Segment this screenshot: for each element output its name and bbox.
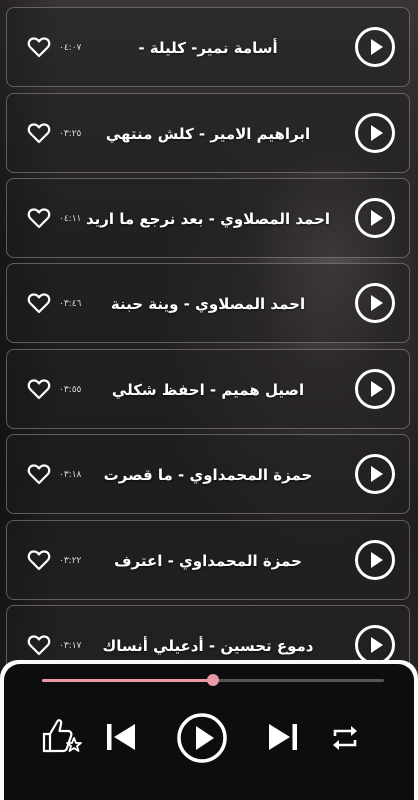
track-duration: ٠٣:١٨ (59, 470, 82, 480)
heart-outline-icon[interactable] (27, 634, 51, 656)
track-title: ابراهيم الامير - كلش منتهي (105, 125, 311, 143)
track-duration: ٠٣:٢٥ (59, 129, 82, 139)
play-icon[interactable] (355, 27, 395, 67)
track-row[interactable]: أسامة نمير- كليلة - ٠٤:٠٧ (6, 7, 410, 87)
track-title: أسامة نمير- كليلة - (138, 39, 278, 57)
repeat-icon[interactable] (330, 724, 360, 752)
track-title: حمزة المحمداوي - ما قصرت (103, 466, 313, 484)
seek-handle[interactable] (207, 674, 219, 686)
player-bar (0, 660, 418, 800)
heart-outline-icon[interactable] (27, 378, 51, 400)
track-title: احمد المصلاوي - وينة حبنة (110, 295, 306, 313)
track-row[interactable]: حمزة المحمداوي - ما قصرت ٠٣:١٨ (6, 434, 410, 514)
heart-outline-icon[interactable] (27, 207, 51, 229)
track-duration: ٠٣:٤٦ (59, 299, 82, 309)
skip-previous-icon[interactable] (104, 720, 138, 754)
heart-outline-icon[interactable] (27, 463, 51, 485)
heart-outline-icon[interactable] (27, 122, 51, 144)
track-title: اصيل هميم - احفظ شكلي (111, 381, 305, 399)
heart-outline-icon[interactable] (27, 549, 51, 571)
track-row[interactable]: اصيل هميم - احفظ شكلي ٠٣:٥٥ (6, 349, 410, 429)
track-duration: ٠٣:٢٢ (59, 556, 82, 566)
play-icon[interactable] (355, 198, 395, 238)
thumbs-up-star-icon[interactable] (40, 716, 84, 756)
track-row[interactable]: حمزة المحمداوي - اعترف ٠٣:٢٢ (6, 520, 410, 600)
track-row[interactable]: احمد المصلاوي - وينة حبنة ٠٣:٤٦ (6, 263, 410, 343)
skip-next-icon[interactable] (266, 720, 300, 754)
seek-bar[interactable] (42, 674, 384, 686)
track-row[interactable]: احمد المصلاوي - بعد نرجع ما اريد ٠٤:١١ (6, 178, 410, 258)
play-icon[interactable] (355, 283, 395, 323)
track-duration: ٠٣:٥٥ (59, 385, 82, 395)
play-icon[interactable] (355, 540, 395, 580)
track-duration: ٠٤:١١ (59, 214, 82, 224)
track-title: حمزة المحمداوي - اعترف (114, 552, 302, 570)
play-icon[interactable] (355, 369, 395, 409)
play-icon[interactable] (355, 625, 395, 665)
track-title: احمد المصلاوي - بعد نرجع ما اريد (85, 210, 331, 228)
track-row[interactable]: ابراهيم الامير - كلش منتهي ٠٣:٢٥ (6, 93, 410, 173)
seek-progress (42, 679, 213, 682)
player-panel (4, 664, 414, 800)
play-icon[interactable] (355, 113, 395, 153)
heart-outline-icon[interactable] (27, 36, 51, 58)
track-duration: ٠٤:٠٧ (59, 43, 82, 53)
heart-outline-icon[interactable] (27, 292, 51, 314)
play-pause-button[interactable] (176, 712, 228, 764)
play-icon[interactable] (355, 454, 395, 494)
